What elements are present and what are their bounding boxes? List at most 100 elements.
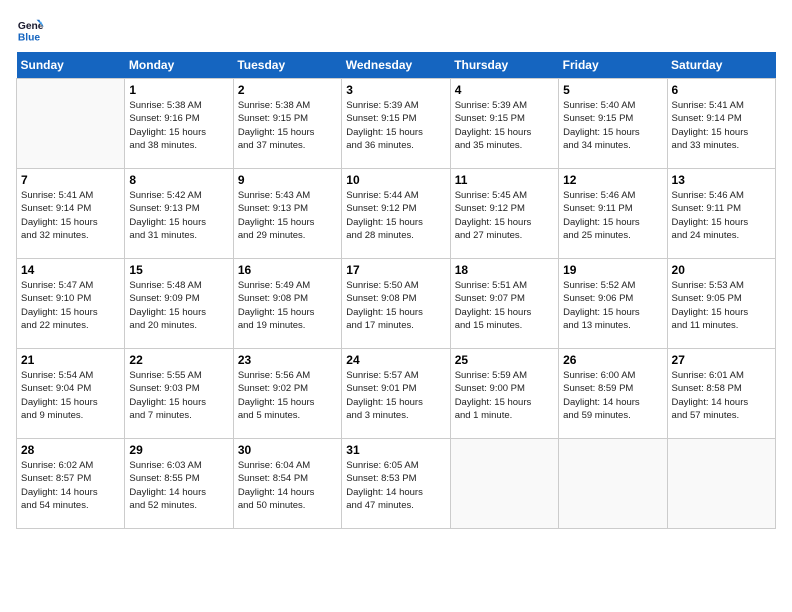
calendar-cell: 3 Sunrise: 5:39 AM Sunset: 9:15 PM Daylig… [342, 79, 450, 169]
calendar-cell: 14Sunrise: 5:47 AM Sunset: 9:10 PM Dayli… [17, 259, 125, 349]
day-number: 31 [346, 443, 445, 457]
day-number: 3 [346, 83, 445, 97]
week-row-1: 1 Sunrise: 5:38 AM Sunset: 9:16 PM Daylig… [17, 79, 776, 169]
day-number: 23 [238, 353, 337, 367]
day-number: 30 [238, 443, 337, 457]
logo-icon: General Blue [16, 16, 44, 44]
calendar-cell: 23Sunrise: 5:56 AM Sunset: 9:02 PM Dayli… [233, 349, 341, 439]
day-number: 6 [672, 83, 771, 97]
calendar-cell: 2 Sunrise: 5:38 AM Sunset: 9:15 PM Daylig… [233, 79, 341, 169]
day-number: 18 [455, 263, 554, 277]
calendar-body: 1 Sunrise: 5:38 AM Sunset: 9:16 PM Daylig… [17, 79, 776, 529]
calendar-cell: 20Sunrise: 5:53 AM Sunset: 9:05 PM Dayli… [667, 259, 775, 349]
day-info: Sunrise: 5:57 AM Sunset: 9:01 PM Dayligh… [346, 369, 445, 422]
day-info: Sunrise: 5:46 AM Sunset: 9:11 PM Dayligh… [563, 189, 662, 242]
day-info: Sunrise: 5:54 AM Sunset: 9:04 PM Dayligh… [21, 369, 120, 422]
calendar-cell [17, 79, 125, 169]
day-info: Sunrise: 5:52 AM Sunset: 9:06 PM Dayligh… [563, 279, 662, 332]
calendar-cell: 9 Sunrise: 5:43 AM Sunset: 9:13 PM Daylig… [233, 169, 341, 259]
calendar-cell: 7 Sunrise: 5:41 AM Sunset: 9:14 PM Daylig… [17, 169, 125, 259]
svg-text:Blue: Blue [18, 32, 41, 43]
weekday-tuesday: Tuesday [233, 52, 341, 79]
day-info: Sunrise: 5:38 AM Sunset: 9:15 PM Dayligh… [238, 99, 337, 152]
day-info: Sunrise: 5:39 AM Sunset: 9:15 PM Dayligh… [455, 99, 554, 152]
calendar-cell: 11 Sunrise: 5:45 AM Sunset: 9:12 PM Dayli… [450, 169, 558, 259]
day-number: 19 [563, 263, 662, 277]
day-number: 27 [672, 353, 771, 367]
calendar-cell: 27 Sunrise: 6:01 AM Sunset: 8:58 PM Dayli… [667, 349, 775, 439]
weekday-saturday: Saturday [667, 52, 775, 79]
day-number: 9 [238, 173, 337, 187]
day-info: Sunrise: 5:39 AM Sunset: 9:15 PM Dayligh… [346, 99, 445, 152]
day-info: Sunrise: 6:03 AM Sunset: 8:55 PM Dayligh… [129, 459, 228, 512]
calendar-cell: 19 Sunrise: 5:52 AM Sunset: 9:06 PM Dayli… [559, 259, 667, 349]
calendar-cell: 21Sunrise: 5:54 AM Sunset: 9:04 PM Dayli… [17, 349, 125, 439]
day-info: Sunrise: 5:49 AM Sunset: 9:08 PM Dayligh… [238, 279, 337, 332]
day-info: Sunrise: 5:51 AM Sunset: 9:07 PM Dayligh… [455, 279, 554, 332]
calendar-cell [450, 439, 558, 529]
calendar-cell: 1 Sunrise: 5:38 AM Sunset: 9:16 PM Daylig… [125, 79, 233, 169]
day-number: 2 [238, 83, 337, 97]
day-info: Sunrise: 5:41 AM Sunset: 9:14 PM Dayligh… [21, 189, 120, 242]
calendar-cell: 6 Sunrise: 5:41 AM Sunset: 9:14 PM Daylig… [667, 79, 775, 169]
calendar-cell: 30 Sunrise: 6:04 AM Sunset: 8:54 PM Dayli… [233, 439, 341, 529]
day-info: Sunrise: 5:59 AM Sunset: 9:00 PM Dayligh… [455, 369, 554, 422]
week-row-4: 21Sunrise: 5:54 AM Sunset: 9:04 PM Dayli… [17, 349, 776, 439]
day-info: Sunrise: 6:05 AM Sunset: 8:53 PM Dayligh… [346, 459, 445, 512]
calendar-cell: 5 Sunrise: 5:40 AM Sunset: 9:15 PM Daylig… [559, 79, 667, 169]
day-info: Sunrise: 5:48 AM Sunset: 9:09 PM Dayligh… [129, 279, 228, 332]
day-number: 12 [563, 173, 662, 187]
day-info: Sunrise: 5:38 AM Sunset: 9:16 PM Dayligh… [129, 99, 228, 152]
calendar-cell: 13Sunrise: 5:46 AM Sunset: 9:11 PM Dayli… [667, 169, 775, 259]
page-header: General Blue [16, 16, 776, 44]
day-info: Sunrise: 5:55 AM Sunset: 9:03 PM Dayligh… [129, 369, 228, 422]
day-number: 26 [563, 353, 662, 367]
logo: General Blue [16, 16, 48, 44]
weekday-monday: Monday [125, 52, 233, 79]
day-number: 5 [563, 83, 662, 97]
calendar-cell: 15Sunrise: 5:48 AM Sunset: 9:09 PM Dayli… [125, 259, 233, 349]
day-number: 7 [21, 173, 120, 187]
calendar-cell: 24Sunrise: 5:57 AM Sunset: 9:01 PM Dayli… [342, 349, 450, 439]
calendar-header: SundayMondayTuesdayWednesdayThursdayFrid… [17, 52, 776, 79]
day-info: Sunrise: 5:40 AM Sunset: 9:15 PM Dayligh… [563, 99, 662, 152]
day-number: 8 [129, 173, 228, 187]
day-info: Sunrise: 5:42 AM Sunset: 9:13 PM Dayligh… [129, 189, 228, 242]
calendar-cell [667, 439, 775, 529]
calendar-cell [559, 439, 667, 529]
week-row-5: 28 Sunrise: 6:02 AM Sunset: 8:57 PM Dayli… [17, 439, 776, 529]
day-number: 16 [238, 263, 337, 277]
week-row-2: 7 Sunrise: 5:41 AM Sunset: 9:14 PM Daylig… [17, 169, 776, 259]
calendar-cell: 25Sunrise: 5:59 AM Sunset: 9:00 PM Dayli… [450, 349, 558, 439]
day-number: 22 [129, 353, 228, 367]
week-row-3: 14Sunrise: 5:47 AM Sunset: 9:10 PM Dayli… [17, 259, 776, 349]
day-info: Sunrise: 5:41 AM Sunset: 9:14 PM Dayligh… [672, 99, 771, 152]
day-number: 4 [455, 83, 554, 97]
day-info: Sunrise: 5:43 AM Sunset: 9:13 PM Dayligh… [238, 189, 337, 242]
day-number: 29 [129, 443, 228, 457]
calendar-cell: 10Sunrise: 5:44 AM Sunset: 9:12 PM Dayli… [342, 169, 450, 259]
day-number: 28 [21, 443, 120, 457]
day-info: Sunrise: 5:47 AM Sunset: 9:10 PM Dayligh… [21, 279, 120, 332]
day-info: Sunrise: 6:02 AM Sunset: 8:57 PM Dayligh… [21, 459, 120, 512]
calendar-cell: 16 Sunrise: 5:49 AM Sunset: 9:08 PM Dayli… [233, 259, 341, 349]
day-info: Sunrise: 6:00 AM Sunset: 8:59 PM Dayligh… [563, 369, 662, 422]
weekday-sunday: Sunday [17, 52, 125, 79]
calendar-cell: 29 Sunrise: 6:03 AM Sunset: 8:55 PM Dayli… [125, 439, 233, 529]
day-number: 11 [455, 173, 554, 187]
day-info: Sunrise: 5:53 AM Sunset: 9:05 PM Dayligh… [672, 279, 771, 332]
weekday-header-row: SundayMondayTuesdayWednesdayThursdayFrid… [17, 52, 776, 79]
weekday-friday: Friday [559, 52, 667, 79]
day-info: Sunrise: 6:04 AM Sunset: 8:54 PM Dayligh… [238, 459, 337, 512]
calendar-cell: 26 Sunrise: 6:00 AM Sunset: 8:59 PM Dayli… [559, 349, 667, 439]
calendar-cell: 17Sunrise: 5:50 AM Sunset: 9:08 PM Dayli… [342, 259, 450, 349]
day-number: 1 [129, 83, 228, 97]
day-info: Sunrise: 6:01 AM Sunset: 8:58 PM Dayligh… [672, 369, 771, 422]
weekday-thursday: Thursday [450, 52, 558, 79]
calendar-cell: 8 Sunrise: 5:42 AM Sunset: 9:13 PM Daylig… [125, 169, 233, 259]
calendar-cell: 31 Sunrise: 6:05 AM Sunset: 8:53 PM Dayli… [342, 439, 450, 529]
weekday-wednesday: Wednesday [342, 52, 450, 79]
day-number: 10 [346, 173, 445, 187]
calendar-cell: 12 Sunrise: 5:46 AM Sunset: 9:11 PM Dayli… [559, 169, 667, 259]
day-info: Sunrise: 5:45 AM Sunset: 9:12 PM Dayligh… [455, 189, 554, 242]
